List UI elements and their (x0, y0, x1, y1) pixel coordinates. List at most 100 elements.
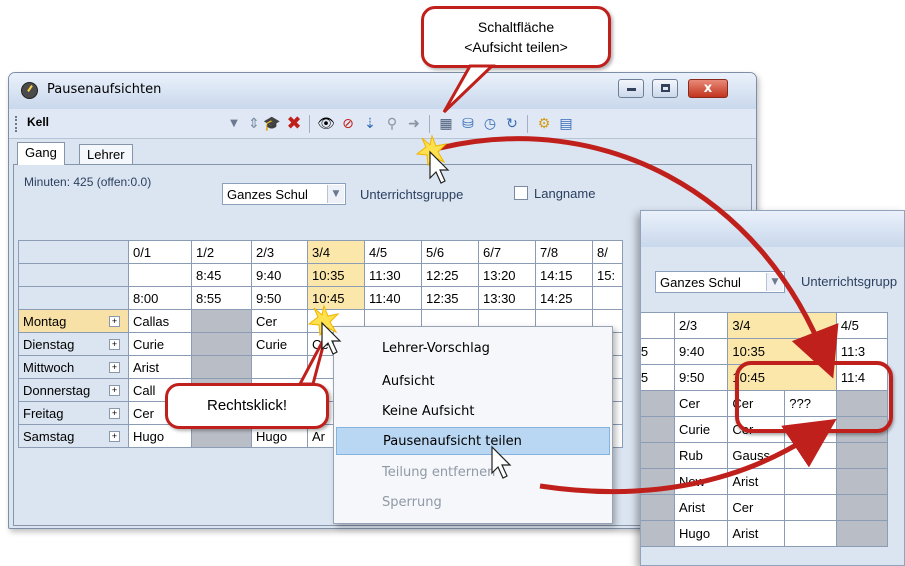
menu-item-pausenaufsicht-teilen[interactable]: Pausenaufsicht teilen (336, 427, 610, 455)
longname-checkbox[interactable] (514, 186, 528, 200)
grid-cell[interactable] (191, 332, 252, 356)
grid-cell[interactable]: Callas (128, 309, 192, 333)
end-time-cell[interactable]: 15: (592, 263, 623, 287)
end-time-cell[interactable]: 11:30 (364, 263, 422, 287)
zoom-grid-cell[interactable]: Cer (727, 494, 786, 521)
title-bar[interactable]: Pausenaufsichten x (9, 73, 756, 109)
period-header[interactable]: 0/1 (128, 240, 192, 264)
supervisor-icon[interactable]: ⚲ (383, 115, 401, 133)
zoom-grid-cell[interactable]: Arist (727, 520, 786, 547)
grid-cell[interactable]: Arist (128, 355, 192, 379)
zoom-grid-cell[interactable] (784, 442, 837, 469)
end-time-cell[interactable] (128, 263, 192, 287)
toolbar-grip[interactable] (15, 116, 17, 132)
start-time-cell[interactable]: 13:30 (478, 286, 536, 310)
calculator-icon[interactable]: ▦ (437, 115, 455, 133)
day-cell[interactable]: Donnerstag + (18, 378, 129, 402)
period-header[interactable]: 5/6 (421, 240, 479, 264)
start-time-cell[interactable] (592, 286, 623, 310)
zoom-grid-cell[interactable] (835, 494, 889, 521)
start-time-cell[interactable]: 11:40 (364, 286, 422, 310)
group-label[interactable]: Unterrichtsgruppe (360, 187, 463, 202)
zoom-grid-cell[interactable] (641, 468, 676, 495)
zoom-start-time-cell[interactable]: :55 (641, 364, 676, 391)
period-header[interactable]: 2/3 (251, 240, 308, 264)
zoom-period-header[interactable]: 2/3 (674, 312, 729, 339)
zoom-end-time-cell[interactable]: 9:40 (674, 338, 729, 365)
grid-cell[interactable] (191, 355, 252, 379)
day-cell[interactable]: Mittwoch + (18, 355, 129, 379)
period-header[interactable]: 6/7 (478, 240, 536, 264)
period-header[interactable]: 1/2 (191, 240, 252, 264)
day-cell[interactable]: Dienstag + (18, 332, 129, 356)
start-time-cell[interactable]: 12:35 (421, 286, 479, 310)
grid-cell[interactable] (191, 309, 252, 333)
zoom-grid-cell[interactable] (835, 442, 889, 469)
zoom-grid-cell[interactable] (641, 520, 676, 547)
expand-icon[interactable]: + (109, 316, 120, 327)
zoom-grid-cell[interactable]: Cer (674, 390, 729, 417)
start-time-cell[interactable]: 8:55 (191, 286, 252, 310)
arrow-icon[interactable]: ➜ (405, 115, 423, 133)
zoom-end-time-cell[interactable]: :45 (641, 338, 676, 365)
day-cell[interactable]: Samstag + (18, 424, 129, 448)
expand-icon[interactable]: + (109, 339, 120, 350)
zoom-grid-cell[interactable]: Gauss (727, 442, 786, 469)
end-time-cell[interactable]: 14:15 (535, 263, 593, 287)
menu-item-aufsicht[interactable]: Aufsicht (336, 368, 610, 396)
day-cell[interactable]: Freitag + (18, 401, 129, 425)
zoom-period-header[interactable]: 4/5 (835, 312, 889, 339)
period-header[interactable]: 4/5 (364, 240, 422, 264)
zoom-grid-cell[interactable]: Arist (727, 468, 786, 495)
menu-item-keine-aufsicht[interactable]: Keine Aufsicht (336, 398, 610, 426)
grid-cell[interactable]: Curie (128, 332, 192, 356)
zoom-scope-select[interactable]: Ganzes Schul ▼ (655, 271, 785, 293)
period-header[interactable]: 8/ (592, 240, 623, 264)
zoom-grid-cell[interactable] (835, 468, 889, 495)
zoom-start-time-cell[interactable]: 9:50 (674, 364, 729, 391)
zoom-grid-cell[interactable] (784, 520, 837, 547)
zoom-grid-cell[interactable] (641, 442, 676, 469)
zoom-grid-cell[interactable]: Curie (674, 416, 729, 443)
tree-icon[interactable]: ⛁ (459, 115, 477, 133)
end-time-cell[interactable]: 8:45 (191, 263, 252, 287)
start-time-cell[interactable]: 9:50 (251, 286, 308, 310)
eye-icon[interactable]: 👁 (317, 115, 335, 133)
day-cell[interactable]: Montag + (18, 309, 129, 333)
print-preview-icon[interactable]: ▤ (557, 115, 575, 133)
chevron-down-icon[interactable]: ▼ (227, 115, 241, 133)
zoom-period-header[interactable]: /2 (641, 312, 676, 339)
zoom-grid-cell[interactable] (641, 390, 676, 417)
start-time-cell[interactable]: 8:00 (128, 286, 192, 310)
end-time-cell[interactable]: 9:40 (251, 263, 308, 287)
menu-item-lehrer-vorschlag[interactable]: Lehrer-Vorschlag (336, 335, 610, 363)
scope-select[interactable]: Ganzes Schul ▼ (222, 183, 346, 205)
zoom-grid-cell[interactable]: Rub (674, 442, 729, 469)
tab-lehrer[interactable]: Lehrer (79, 144, 133, 165)
end-time-cell[interactable]: 10:35 (307, 263, 365, 287)
expand-icon[interactable]: + (109, 385, 120, 396)
grid-cell[interactable]: Cer (251, 309, 308, 333)
expand-icon[interactable]: + (109, 431, 120, 442)
grid-cell[interactable] (251, 355, 308, 379)
tab-gang[interactable]: Gang (17, 142, 65, 165)
zoom-grid-cell[interactable] (835, 520, 889, 547)
zoom-grid-cell[interactable]: Arist (674, 494, 729, 521)
start-time-cell[interactable]: 14:25 (535, 286, 593, 310)
zoom-period-header[interactable]: 3/4 (727, 312, 837, 339)
zoom-grid-cell[interactable]: Hugo (674, 520, 729, 547)
settings-icon[interactable]: ⚙ (535, 115, 553, 133)
zoom-grid-cell[interactable] (641, 494, 676, 521)
end-time-cell[interactable]: 13:20 (478, 263, 536, 287)
close-button[interactable]: x (688, 79, 728, 98)
eye-off-icon[interactable]: ⊘ (339, 115, 357, 133)
period-header[interactable]: 3/4 (307, 240, 365, 264)
split-supervision-icon[interactable]: ⇣ (361, 115, 379, 133)
start-time-cell[interactable]: 10:45 (307, 286, 365, 310)
maximize-button[interactable] (652, 79, 678, 98)
expand-icon[interactable]: + (109, 408, 120, 419)
zoom-grid-cell[interactable] (784, 468, 837, 495)
minimize-button[interactable] (618, 79, 644, 98)
grid-cell[interactable]: Curie (251, 332, 308, 356)
menu-item-sperrung[interactable]: Sperrung (336, 489, 610, 517)
